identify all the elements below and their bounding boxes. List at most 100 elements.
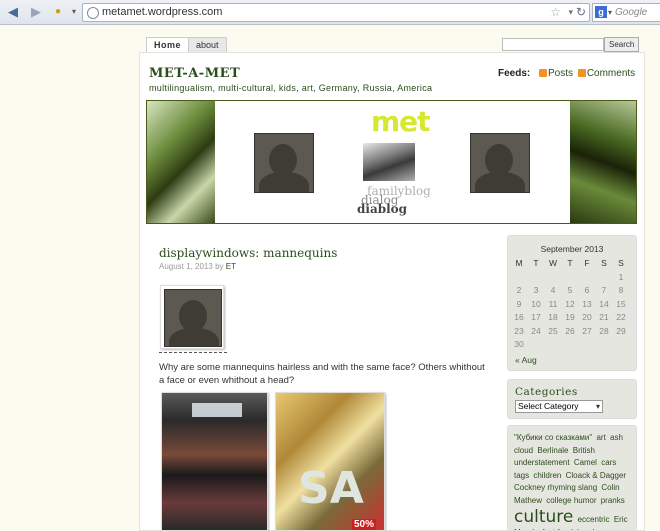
tag-link[interactable]: Cloack & Dagger (566, 471, 626, 480)
browser-toolbar: ◀ ▶ ● ▾ metamet.wordpress.com ☆ ▾ ↻ g ▾ … (0, 0, 660, 25)
google-icon[interactable]: g (595, 6, 607, 18)
plant-photo-left (147, 101, 215, 223)
tab-home[interactable]: Home (146, 37, 190, 52)
calendar-day: 25 (548, 325, 558, 336)
post-date: August 1, 2013 (159, 262, 213, 271)
post-author-link[interactable]: ET (226, 262, 236, 271)
tag-link[interactable]: college humor (546, 496, 596, 505)
reload-icon[interactable]: ↻ (576, 4, 586, 21)
calendar-weekday: W (548, 258, 558, 268)
calendar-weekday: S (618, 258, 624, 268)
rss-icon (539, 69, 548, 78)
calendar-day: 7 (601, 285, 607, 295)
rss-icon (577, 69, 586, 78)
site-search-button[interactable]: Search (604, 37, 640, 52)
history-icon[interactable]: ● (50, 4, 66, 20)
ceiling-light (192, 403, 242, 417)
post-thumbnail[interactable] (160, 285, 224, 349)
calendar-day: 14 (599, 298, 609, 309)
calendar-day: 19 (565, 312, 575, 322)
tag-link[interactable]: Berlinale (537, 446, 568, 455)
calendar-widget: September 2013 M T W T F S S 1 2 3 4 5 6 7 8 9 10 11 12 13 1… (507, 235, 637, 371)
url-dropdown-icon[interactable]: ▾ (568, 4, 573, 21)
post-text: Why are some mannequins hairless and wit… (159, 362, 485, 386)
feeds-label: Feeds: (498, 68, 531, 79)
tag-link[interactable]: "Кубики со сказками" (514, 433, 592, 442)
tag-cloud: "Кубики со сказками" art ash cloud Berli… (514, 432, 632, 530)
categories-title: Categories (515, 386, 578, 398)
calendar-weekday: F (584, 258, 590, 268)
calendar-day: 3 (533, 285, 539, 295)
calendar-day: 1 (618, 271, 624, 282)
calendar-weekday: T (567, 258, 573, 268)
tag-link[interactable]: pranks (601, 496, 625, 505)
tag-link[interactable]: children (533, 471, 561, 480)
history-dropdown-icon[interactable]: ▾ (66, 4, 82, 20)
address-bar[interactable]: metamet.wordpress.com ☆ ▾ ↻ (82, 3, 590, 22)
calendar-day: 24 (531, 325, 541, 336)
calendar-day: 28 (599, 325, 609, 336)
banner-blog-words: familyblog dialog diablog (357, 185, 437, 221)
globe-icon (87, 7, 99, 19)
calendar-day: 22 (616, 312, 626, 322)
categories-widget: Categories Select Category (507, 379, 637, 419)
site-title[interactable]: MET-A-MET (149, 66, 240, 81)
banner-logo-word: met (371, 105, 431, 138)
bookmark-star-icon[interactable]: ☆ (550, 4, 561, 21)
mannequin-photo-1[interactable] (161, 392, 268, 531)
calendar-day: 13 (582, 298, 592, 309)
url-text[interactable]: metamet.wordpress.com (102, 4, 222, 21)
blog-word-3: diablog (357, 202, 408, 216)
silhouette-image (164, 289, 222, 347)
calendar-day: 10 (531, 298, 541, 309)
calendar-day: 30 (514, 339, 524, 349)
calendar-prev-link[interactable]: « Aug (515, 355, 537, 365)
post-meta: August 1, 2013 by ET (159, 262, 236, 271)
forward-icon[interactable]: ▶ (28, 4, 44, 20)
search-engine-placeholder: Google (615, 7, 648, 18)
tag-link[interactable]: culture (514, 507, 573, 527)
calendar-day: 11 (548, 298, 558, 309)
silhouette-image-left (254, 133, 314, 193)
header-banner[interactable]: met familyblog dialog diablog (146, 100, 637, 224)
calendar-day: 2 (516, 285, 522, 295)
post-by: by (215, 262, 224, 271)
calendar-caption: September 2013 (540, 244, 604, 254)
tab-about[interactable]: about (188, 37, 227, 52)
back-icon[interactable]: ◀ (5, 4, 21, 20)
calendar-day: 23 (514, 325, 524, 336)
tag-cloud-widget: "Кубики со сказками" art ash cloud Berli… (507, 425, 637, 531)
calendar-weekday: T (533, 258, 539, 268)
category-select[interactable]: Select Category (515, 400, 603, 413)
calendar-day: 27 (582, 325, 592, 336)
tag-link[interactable]: art (596, 433, 605, 442)
calendar-day: 18 (548, 312, 558, 322)
post-title[interactable]: displaywindows: mannequins (159, 246, 337, 260)
mannequin-photo-2[interactable]: SA 50% (275, 392, 385, 531)
tag-link[interactable]: Camel (574, 458, 597, 467)
browser-search-box[interactable]: g ▾ Google (592, 3, 660, 22)
calendar-day: 29 (616, 325, 626, 336)
calendar-day: 17 (531, 312, 541, 322)
feeds-posts-link[interactable]: Posts (548, 68, 573, 79)
calendar-day: 20 (582, 312, 592, 322)
tag-link[interactable]: eccentric (578, 515, 610, 524)
site-search-input[interactable] (502, 38, 604, 51)
calendar-day: 15 (616, 298, 626, 309)
engine-dropdown-icon[interactable]: ▾ (608, 4, 612, 21)
silhouette-image-right (470, 133, 530, 193)
calendar-day: 26 (565, 325, 575, 336)
calendar-day: 9 (516, 298, 522, 309)
calendar-day: 12 (565, 298, 575, 309)
calendar-day: 8 (618, 285, 624, 295)
tag-link[interactable]: Cockney rhyming slang (514, 483, 597, 492)
plant-photo-right (570, 101, 636, 223)
sale-percent-text: 50% (352, 519, 377, 530)
calendar-day: 5 (567, 285, 573, 295)
calendar-day: 16 (514, 312, 524, 322)
calendar-weekday: S (601, 258, 607, 268)
calendar-day: 4 (550, 285, 556, 295)
feeds-comments-link[interactable]: Comments (587, 68, 635, 79)
calendar-weekday: M (515, 258, 523, 268)
site-tagline: multilingualism, multi-cultural, kids, a… (149, 83, 433, 93)
